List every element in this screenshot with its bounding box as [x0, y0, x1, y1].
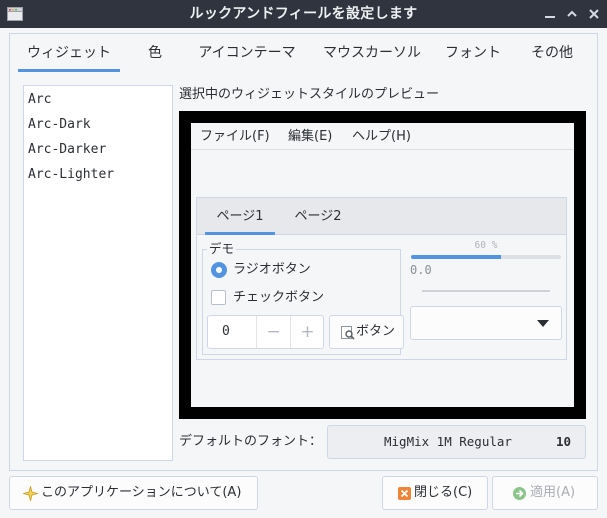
preview-menu-file[interactable]: ファイル(F): [200, 123, 270, 150]
apply-icon: [513, 487, 526, 500]
check-button[interactable]: [211, 290, 226, 305]
apply-button[interactable]: 適用(A): [492, 476, 598, 510]
spin-increment-button[interactable]: +: [290, 316, 324, 348]
default-font-label: デフォルトのフォント：: [179, 434, 323, 449]
list-item[interactable]: Arc-Dark: [28, 114, 91, 136]
scale-value: 0.0: [410, 263, 432, 277]
tab-font[interactable]: フォント: [436, 34, 510, 72]
preview-menubar: ファイル(F) 編集(E) ヘルプ(H): [191, 123, 574, 150]
progress-fill: [411, 255, 501, 259]
minimize-icon[interactable]: [542, 6, 558, 22]
chevron-down-icon: [537, 320, 549, 327]
close-window-icon[interactable]: [586, 6, 602, 22]
about-button[interactable]: このアプリケーションについて(A): [9, 476, 258, 510]
preview-tab-page2[interactable]: ページ2: [283, 198, 353, 235]
find-icon: [341, 326, 355, 340]
spin-value[interactable]: 0: [222, 316, 230, 348]
window: ルックアンドフィールを設定します ウィジェット 色 アイコンテーマ マウスカーソ…: [0, 0, 607, 518]
progress-text: 60 %: [474, 240, 498, 251]
list-item[interactable]: Arc-Darker: [28, 139, 106, 161]
font-chooser-button[interactable]: MigMix 1M Regular 10: [327, 425, 586, 459]
radio-button[interactable]: [211, 262, 227, 278]
tab-color[interactable]: 色: [132, 34, 178, 72]
preview-tab-bar: ページ1 ページ2: [197, 198, 566, 235]
demo-button[interactable]: ボタン: [329, 315, 404, 349]
preview-frame: ファイル(F) 編集(E) ヘルプ(H) ページ1 ページ2 デモ ラジオボタン: [179, 111, 586, 419]
spin-decrement-button[interactable]: −: [256, 316, 290, 348]
settings-panel: ウィジェット 色 アイコンテーマ マウスカーソル フォント その他 Arc Ar…: [9, 33, 598, 471]
tab-other[interactable]: その他: [517, 34, 587, 72]
preview-label: 選択中のウィジェットスタイルのプレビュー: [179, 87, 440, 102]
demo-frame: デモ ラジオボタン チェックボタン 0 − + ボタン: [202, 242, 404, 355]
demo-button-label: ボタン: [356, 324, 396, 339]
maximize-icon[interactable]: [564, 6, 580, 22]
scale-slider[interactable]: [422, 290, 550, 292]
close-button[interactable]: 閉じる(C): [382, 476, 488, 510]
close-button-label: 閉じる(C): [414, 485, 473, 500]
font-name: MigMix 1M Regular: [384, 434, 512, 449]
close-icon: [398, 487, 411, 500]
demo-title: デモ: [207, 241, 237, 256]
about-button-label: このアプリケーションについて(A): [41, 485, 242, 500]
preview-menu-help[interactable]: ヘルプ(H): [352, 123, 411, 150]
list-item[interactable]: Arc: [28, 89, 51, 111]
check-label[interactable]: チェックボタン: [233, 289, 324, 307]
progress-bar: [411, 255, 561, 259]
combo-box[interactable]: [410, 306, 562, 340]
widget-style-list[interactable]: Arc Arc-Dark Arc-Darker Arc-Lighter: [23, 85, 173, 461]
tab-mouse-cursor[interactable]: マウスカーソル: [311, 34, 433, 72]
sparkle-icon: [23, 486, 38, 501]
preview-window: ファイル(F) 編集(E) ヘルプ(H) ページ1 ページ2 デモ ラジオボタン: [191, 123, 574, 407]
tab-bar: ウィジェット 色 アイコンテーマ マウスカーソル フォント その他: [10, 34, 597, 72]
preview-menu-edit[interactable]: 編集(E): [288, 123, 332, 150]
font-size: 10: [555, 434, 571, 449]
radio-label[interactable]: ラジオボタン: [233, 261, 311, 279]
preview-notebook: ページ1 ページ2 デモ ラジオボタン チェックボタン 0 − + ボタン 60…: [196, 197, 567, 360]
tab-icon-theme[interactable]: アイコンテーマ: [186, 34, 308, 72]
preview-tab-page1[interactable]: ページ1: [205, 198, 275, 235]
tab-widget[interactable]: ウィジェット: [18, 34, 120, 72]
list-item[interactable]: Arc-Lighter: [28, 164, 114, 186]
titlebar: ルックアンドフィールを設定します: [0, 0, 607, 28]
spin-button[interactable]: 0 − +: [207, 315, 324, 349]
window-title: ルックアンドフィールを設定します: [189, 6, 418, 22]
apply-button-label: 適用(A): [530, 485, 576, 500]
